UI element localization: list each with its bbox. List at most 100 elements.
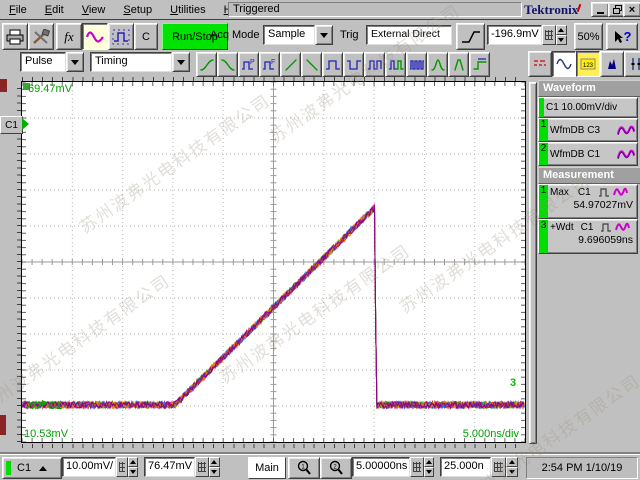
vertical-offset-field[interactable]: 76.47mV — [144, 457, 220, 477]
pulse-select-button[interactable] — [108, 23, 134, 50]
settling-button[interactable] — [469, 52, 490, 77]
dropdown-arrow-icon[interactable] — [315, 25, 333, 45]
magnify-2-button[interactable]: 2 — [320, 457, 352, 479]
spin-down-icon[interactable] — [424, 467, 434, 477]
minimize-button[interactable] — [591, 2, 609, 17]
trig-level-field[interactable]: -196.9mV — [487, 25, 567, 45]
horizontal-position-spinner[interactable] — [506, 457, 518, 477]
keypad-icon[interactable] — [116, 457, 128, 477]
print-button[interactable] — [2, 23, 28, 50]
timebase-main-button[interactable]: Main — [248, 457, 286, 479]
histogram-display-button[interactable] — [600, 51, 624, 77]
horizontal-scale-value[interactable]: 5.00000ns — [352, 457, 410, 477]
channel-marker-label: C1 — [5, 120, 18, 131]
trig-slope-button[interactable] — [456, 23, 485, 50]
trig-level-spinner[interactable] — [556, 25, 567, 45]
cursors-button[interactable] — [624, 51, 640, 77]
set-50-percent-button[interactable]: 50% — [574, 23, 603, 50]
measure-group-value: Timing — [90, 52, 172, 72]
vertical-offset-spinner[interactable] — [209, 457, 220, 477]
horizontal-scale-field[interactable]: 5.00000ns — [352, 457, 434, 477]
channel-marker-arrow-icon — [22, 118, 29, 130]
vertical-scale-spinner[interactable] — [128, 457, 138, 477]
channel-position-marker[interactable]: C1 — [0, 116, 23, 134]
trig-source-select[interactable]: External Direct — [366, 25, 452, 45]
channel-select-button[interactable]: C1 — [2, 457, 62, 479]
spin-up-icon[interactable] — [128, 457, 138, 467]
pulse-width-p-button[interactable]: P — [238, 52, 259, 77]
setup-tools-button[interactable] — [28, 23, 54, 50]
menu-utilities[interactable]: Utilities — [161, 2, 214, 18]
char-button[interactable]: C — [134, 23, 158, 50]
keypad-icon[interactable] — [491, 457, 506, 477]
dropdown-arrow-icon[interactable] — [66, 52, 84, 72]
waveform-item-wfmdb-c3[interactable]: 1 WfmDB C3 — [538, 118, 638, 142]
function-button[interactable]: fx — [56, 23, 82, 50]
trigger-status: Triggered — [228, 2, 522, 17]
vertical-scale-value[interactable]: 10.00mV/ — [62, 457, 116, 477]
measurement-panel-header: Measurement — [538, 167, 640, 184]
spin-up-icon[interactable] — [556, 25, 567, 35]
pulse-pair-icon — [388, 57, 404, 73]
peak-wide-button[interactable] — [427, 52, 448, 77]
spin-up-icon[interactable] — [506, 457, 518, 467]
magnifier-1-icon: 1 — [296, 460, 312, 476]
burst-button[interactable] — [406, 52, 427, 77]
peak-narrow-button[interactable] — [448, 52, 469, 77]
time-scale-label: 5.000ns/div — [463, 428, 519, 440]
close-button[interactable]: × — [623, 2, 640, 17]
measurement-item-pos-width[interactable]: 3 +Wdt C1 9.696059ns — [538, 219, 638, 254]
menu-file[interactable]: File — [0, 2, 36, 18]
spin-down-icon[interactable] — [556, 35, 567, 45]
spin-down-icon[interactable] — [128, 467, 138, 477]
spin-up-icon[interactable] — [424, 457, 434, 467]
measurement-source: C1 — [581, 222, 594, 233]
fall-slope-icon — [304, 57, 320, 73]
measure-group-select[interactable]: Timing — [90, 52, 190, 72]
help-pointer-button[interactable]: ? — [606, 23, 638, 50]
spin-down-icon[interactable] — [506, 467, 518, 477]
measure-class-select[interactable]: Pulse — [20, 52, 84, 72]
pulse-width-f-button[interactable]: F — [259, 52, 280, 77]
tektronix-logo-text: Tektronix — [524, 2, 578, 17]
positive-pulse-button[interactable] — [322, 52, 343, 77]
horizontal-position-field[interactable]: 25.000n — [440, 457, 518, 477]
dots-display-button[interactable] — [528, 51, 552, 77]
period-button[interactable] — [364, 52, 385, 77]
magnify-1-button[interactable]: 1 — [288, 457, 320, 479]
menu-edit[interactable]: Edit — [36, 2, 73, 18]
waveform-squiggle-icon — [613, 187, 628, 198]
fall-time-button[interactable] — [217, 52, 238, 77]
waveform-display-button[interactable] — [82, 23, 108, 50]
menu-setup[interactable]: Setup — [114, 2, 161, 18]
measurement-item-max[interactable]: 1 Max C1 54.97027mV — [538, 184, 638, 219]
waveform-item-c1[interactable]: C1 10.00mV/div — [538, 97, 638, 118]
rise-time-button[interactable] — [196, 52, 217, 77]
dropdown-arrow-icon[interactable] — [172, 52, 190, 72]
pulse-pair-button[interactable] — [385, 52, 406, 77]
vector-display-button[interactable] — [552, 51, 576, 77]
waveform-item-label: C1 10.00mV/div — [544, 98, 637, 117]
waveform-item-wfmdb-c1[interactable]: 2 WfmDB C1 — [538, 142, 638, 166]
spin-down-icon[interactable] — [209, 467, 220, 477]
negative-pulse-button[interactable] — [343, 52, 364, 77]
fall-slope-button[interactable] — [301, 52, 322, 77]
menu-view[interactable]: View — [73, 2, 115, 18]
channel-color-strip — [6, 461, 11, 475]
horizontal-position-value[interactable]: 25.000n — [440, 457, 491, 477]
keypad-icon[interactable] — [195, 457, 209, 477]
rise-slope-button[interactable] — [280, 52, 301, 77]
horizontal-scale-spinner[interactable] — [424, 457, 434, 477]
vertical-scale-field[interactable]: 10.00mV/ — [62, 457, 138, 477]
measurement-value: 9.696059ns — [548, 233, 637, 246]
keypad-icon[interactable] — [542, 25, 556, 45]
keypad-icon[interactable] — [410, 457, 423, 477]
waveform-database-button[interactable]: 123 — [576, 51, 600, 77]
trig-level-value[interactable]: -196.9mV — [487, 25, 542, 45]
acq-mode-select[interactable]: Sample — [263, 25, 333, 45]
spin-up-icon[interactable] — [209, 457, 220, 467]
left-margin-mark — [0, 415, 6, 435]
vector-display-icon — [556, 56, 572, 72]
vertical-offset-value[interactable]: 76.47mV — [144, 457, 195, 477]
panel-splitter[interactable] — [529, 82, 537, 444]
